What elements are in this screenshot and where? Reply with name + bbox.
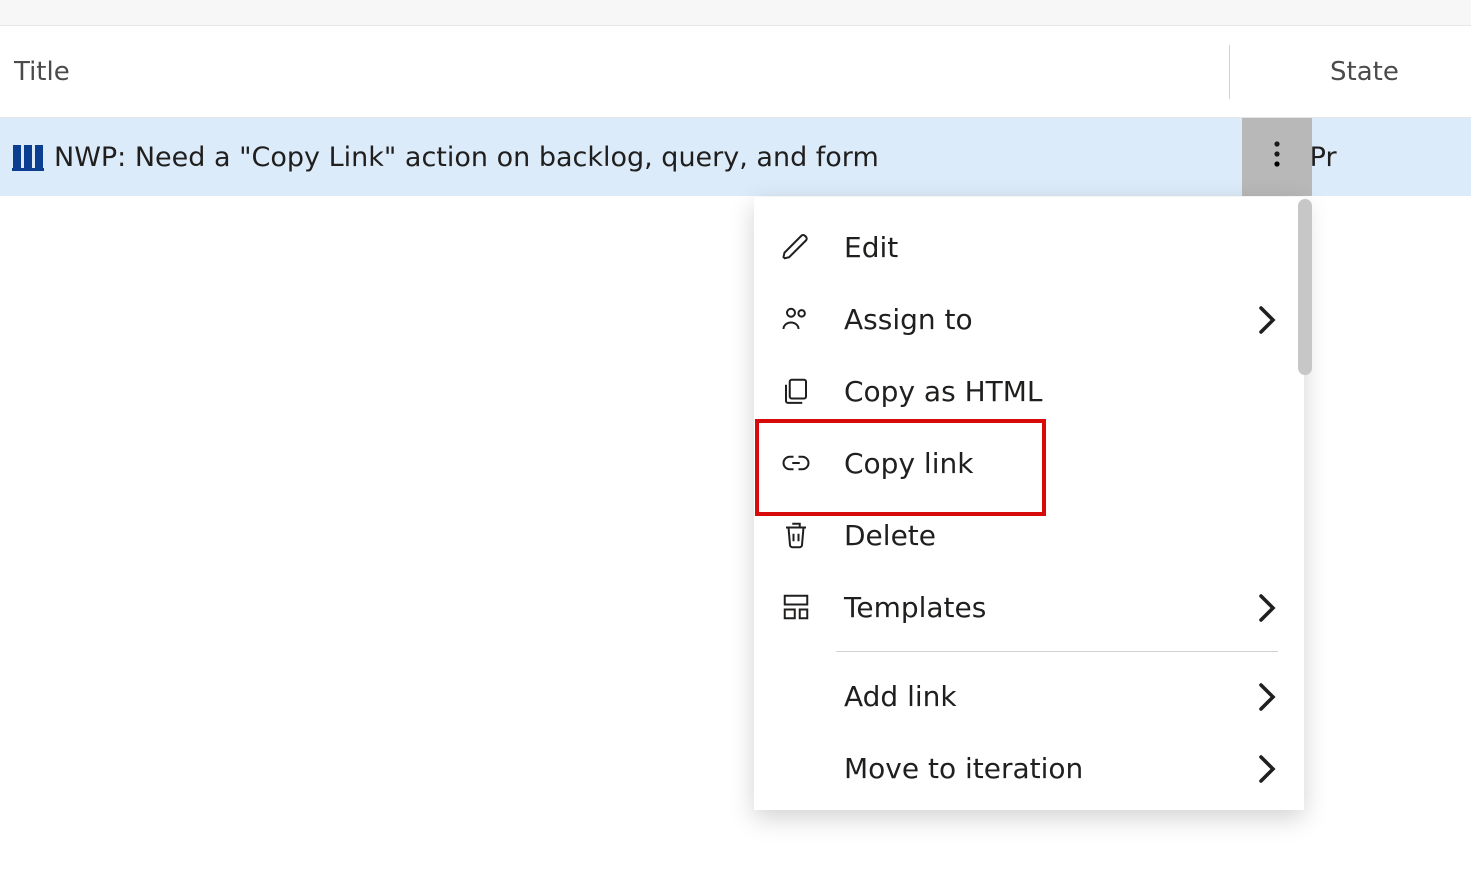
menu-scrollbar-thumb[interactable] xyxy=(1298,199,1312,375)
menu-item-templates[interactable]: Templates xyxy=(754,571,1304,643)
menu-item-delete[interactable]: Delete xyxy=(754,499,1304,571)
column-header-state[interactable]: State xyxy=(1230,57,1471,87)
menu-item-copy-as-html[interactable]: Copy as HTML xyxy=(754,355,1304,427)
menu-item-copy-link[interactable]: Copy link xyxy=(754,427,1304,499)
column-header-title[interactable]: Title xyxy=(0,57,1229,87)
menu-divider xyxy=(836,651,1278,652)
chevron-right-icon xyxy=(1258,682,1276,710)
column-header-row: Title State xyxy=(0,26,1471,118)
trash-icon xyxy=(780,519,812,551)
kebab-icon xyxy=(1274,141,1280,174)
link-icon xyxy=(780,447,812,479)
context-menu: Edit Assign to Copy as HTML Copy link De… xyxy=(754,197,1304,810)
menu-item-assign-to[interactable]: Assign to xyxy=(754,283,1304,355)
toolbar-strip xyxy=(0,0,1471,26)
menu-item-add-link[interactable]: Add link xyxy=(754,660,1304,732)
menu-label: Add link xyxy=(844,680,1226,713)
menu-label: Edit xyxy=(844,231,1276,264)
more-actions-button[interactable] xyxy=(1242,118,1312,196)
chevron-right-icon xyxy=(1258,305,1276,333)
menu-item-edit[interactable]: Edit xyxy=(754,211,1304,283)
row-title-cell[interactable]: NWP: Need a "Copy Link" action on backlo… xyxy=(0,142,1230,173)
menu-label: Delete xyxy=(844,519,1276,552)
empty-icon-slot xyxy=(780,752,812,784)
pencil-icon xyxy=(780,231,812,263)
empty-icon-slot xyxy=(780,680,812,712)
menu-item-move-to-iteration[interactable]: Move to iteration xyxy=(754,732,1304,804)
template-icon xyxy=(780,591,812,623)
menu-label: Copy link xyxy=(844,447,1276,480)
copy-icon xyxy=(780,375,812,407)
menu-label: Templates xyxy=(844,591,1226,624)
chevron-right-icon xyxy=(1258,754,1276,782)
work-item-title: NWP: Need a "Copy Link" action on backlo… xyxy=(54,142,879,173)
people-icon xyxy=(780,303,812,335)
menu-label: Copy as HTML xyxy=(844,375,1276,408)
menu-label: Assign to xyxy=(844,303,1226,336)
menu-label: Move to iteration xyxy=(844,752,1226,785)
chevron-right-icon xyxy=(1258,593,1276,621)
work-item-row[interactable]: NWP: Need a "Copy Link" action on backlo… xyxy=(0,118,1471,196)
epic-icon xyxy=(12,143,44,171)
